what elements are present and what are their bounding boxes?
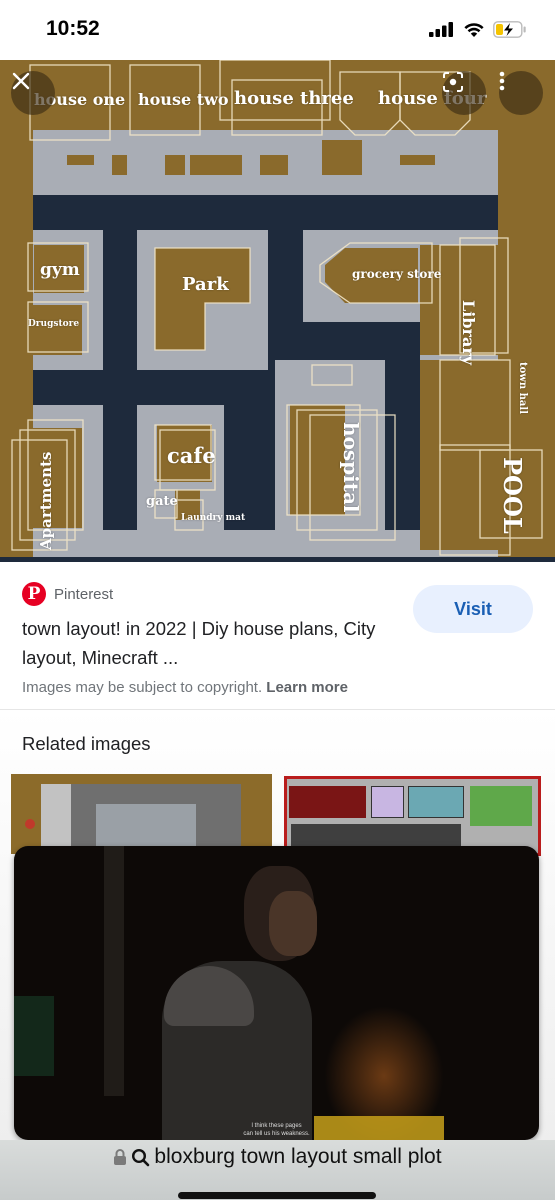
close-icon xyxy=(12,72,30,90)
google-lens-button[interactable] xyxy=(442,71,486,115)
label-laundry-mat: Laundry mat xyxy=(181,513,246,523)
home-indicator[interactable] xyxy=(178,1192,376,1199)
status-icons xyxy=(429,21,527,38)
thumb-block-grocery xyxy=(408,786,464,818)
more-options-button[interactable] xyxy=(499,71,543,115)
label-house-three: house three xyxy=(234,88,354,109)
learn-more-link[interactable]: Learn more xyxy=(266,679,348,696)
thumb-ledge xyxy=(41,784,71,854)
address-bar[interactable]: bloxburg town layout small plot xyxy=(0,1140,555,1200)
thumb-block-park xyxy=(470,786,532,826)
google-lens-icon xyxy=(443,72,463,92)
video-subtitle-line-2: can tell us his weakness. xyxy=(243,1131,310,1137)
label-hospital: hospital xyxy=(339,422,363,513)
video-figure-face xyxy=(269,891,317,956)
related-image-thumbnail[interactable] xyxy=(284,776,541,856)
hero-image[interactable]: house one house two house three house fo… xyxy=(0,60,555,562)
url-row[interactable]: bloxburg town layout small plot xyxy=(0,1145,555,1169)
label-library: Library xyxy=(459,300,478,366)
lock-icon xyxy=(114,1149,127,1165)
label-gate: gate xyxy=(146,494,178,509)
copyright-notice: Images may be subject to copyright. Lear… xyxy=(22,679,348,696)
result-info-panel: P Pinterest town layout! in 2022 | Diy h… xyxy=(0,562,555,710)
copyright-text: Images may be subject to copyright. xyxy=(22,679,263,696)
close-button[interactable] xyxy=(11,71,55,115)
source-name[interactable]: Pinterest xyxy=(54,586,113,603)
label-town-hall: town hall xyxy=(517,362,528,414)
status-bar: 10:52 xyxy=(0,0,555,60)
cellular-signal-icon xyxy=(429,22,453,37)
thumb-dot xyxy=(25,819,35,829)
label-house-two: house two xyxy=(138,90,229,109)
video-bg-pillar xyxy=(104,846,124,1096)
result-title[interactable]: town layout! in 2022 | Diy house plans, … xyxy=(22,614,402,672)
picture-in-picture-video[interactable]: I think these pages can tell us his weak… xyxy=(14,846,539,1140)
pinterest-logo-icon: P xyxy=(22,582,46,606)
more-vertical-icon xyxy=(499,71,505,91)
label-pool: POOL xyxy=(498,457,527,534)
label-gym: gym xyxy=(40,260,80,280)
label-park: Park xyxy=(182,274,229,295)
video-subtitle-line-1: I think these pages xyxy=(251,1123,302,1129)
thumb-block-cafe xyxy=(289,786,366,818)
status-time: 10:52 xyxy=(46,17,100,40)
label-apartments: Apartments xyxy=(37,451,55,550)
visit-button[interactable]: Visit xyxy=(413,585,533,633)
battery-charging-icon xyxy=(493,21,526,38)
related-image-thumbnail[interactable] xyxy=(11,774,272,854)
video-bg-left-green xyxy=(14,996,54,1076)
label-drugstore: Drugstore xyxy=(28,319,80,329)
wifi-icon xyxy=(464,22,484,37)
source-row[interactable]: P Pinterest xyxy=(22,582,113,606)
related-images-title: Related images xyxy=(22,733,151,754)
search-icon xyxy=(132,1148,150,1166)
thumb-block-bakery xyxy=(371,786,404,818)
label-grocery-store: grocery store xyxy=(352,267,442,281)
search-query[interactable]: bloxburg town layout small plot xyxy=(154,1145,441,1169)
label-cafe: cafe xyxy=(167,443,216,468)
